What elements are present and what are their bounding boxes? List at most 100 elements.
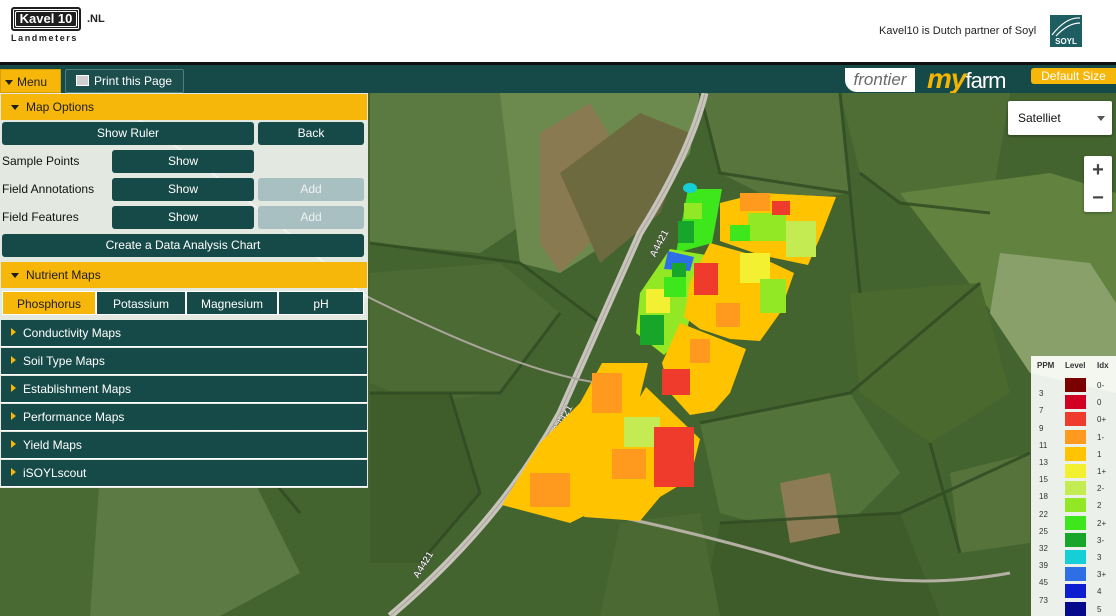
legend-ppm: 32 [1039,544,1048,553]
legend-swatch [1065,464,1086,478]
legend-swatch [1065,584,1086,599]
legend-swatch [1065,378,1086,392]
field-features-add-button[interactable]: Add [258,206,364,229]
create-data-analysis-chart-button[interactable]: Create a Data Analysis Chart [2,234,364,257]
expand-triangle-icon [11,356,16,364]
legend-ppm: 3 [1039,389,1044,399]
legend-swatch [1065,515,1086,530]
tab-magnesium[interactable]: Magnesium [186,291,278,315]
legend-index: 0 [1097,398,1102,408]
legend-index: 1 [1097,449,1102,459]
legend-swatch [1065,429,1086,444]
menu-button[interactable]: Menu [0,69,61,93]
menu-label: Menu [17,75,48,89]
establishment-maps-header[interactable]: Establishment Maps [1,376,367,403]
logo-subtitle: Landmeters [11,33,79,43]
legend-index: 3+ [1097,570,1107,580]
expand-triangle-icon [11,384,16,392]
map-type-value: Satelliet [1018,111,1061,125]
legend-swatch [1065,498,1086,513]
print-label: Print this Page [94,74,173,88]
legend-index: 2- [1097,484,1105,494]
yield-maps-header[interactable]: Yield Maps [1,432,367,459]
zoom-in-button[interactable]: + [1084,156,1112,184]
conductivity-maps-header[interactable]: Conductivity Maps [1,320,367,347]
legend-ppm: 73 [1039,595,1048,605]
soyl-logo[interactable]: SOYL [1050,15,1082,47]
map-type-select[interactable]: Satelliet [1008,101,1112,135]
sample-points-label: Sample Points [2,154,80,168]
expand-triangle-icon [11,412,16,420]
zoom-control: + − [1084,156,1112,212]
legend-swatch [1065,532,1086,547]
legend-header-level: Level [1065,361,1086,370]
collapse-triangle-icon [11,105,19,110]
legend-swatch [1065,395,1086,410]
kavel10-logo[interactable]: Kavel 10 [11,7,81,31]
show-ruler-button[interactable]: Show Ruler [2,122,254,145]
legend-index: 1- [1097,432,1105,442]
expand-triangle-icon [11,328,16,336]
expand-triangle-icon [11,440,16,448]
isoylscout-header[interactable]: iSOYLscout [1,460,367,487]
collapse-triangle-icon [11,273,19,278]
frontier-logo: frontier [845,68,915,92]
legend-ppm: 22 [1039,509,1048,519]
back-button[interactable]: Back [258,122,364,145]
field-annotations-show-button[interactable]: Show [112,178,254,201]
legend-index: 3- [1097,535,1105,545]
legend-header-ppm: PPM [1037,361,1055,370]
tab-phosphorus[interactable]: Phosphorus [2,291,96,315]
legend-swatch [1065,601,1086,616]
tab-ph[interactable]: pH [278,291,364,315]
legend-ppm: 11 [1039,440,1048,450]
field-features-label: Field Features [2,210,79,224]
soil-type-maps-header[interactable]: Soil Type Maps [1,348,367,375]
performance-maps-header[interactable]: Performance Maps [1,404,367,431]
legend-index: 2+ [1097,518,1107,528]
legend-ppm: 7 [1039,406,1044,416]
tab-potassium[interactable]: Potassium [96,291,186,315]
menu-caret-icon [5,80,13,85]
myfarm-logo: myfarm [927,63,1006,94]
chevron-down-icon [1097,116,1105,121]
default-size-button[interactable]: Default Size [1031,68,1116,84]
legend-swatch [1065,481,1086,496]
legend-swatch [1065,412,1086,427]
field-annotations-label: Field Annotations [2,182,95,196]
soyl-mark-icon [1051,17,1081,37]
legend-index: 2 [1097,501,1102,511]
legend-swatch [1065,446,1086,461]
expand-triangle-icon [11,468,16,476]
map-options-header[interactable]: Map Options [1,94,367,120]
map-control-panel: Map Options Show Ruler Back Sample Point… [0,93,368,488]
legend-ppm: 13 [1039,458,1048,467]
legend-ppm: 39 [1039,561,1048,571]
legend-header-idx: Idx [1097,361,1109,370]
legend-ppm: 45 [1039,578,1048,588]
sample-points-show-button[interactable]: Show [112,150,254,173]
legend-index: 0- [1097,381,1105,390]
logo-suffix: .NL [87,13,105,25]
printer-icon [76,75,89,86]
legend-index: 4 [1097,587,1102,597]
page-header: Kavel 10 .NL Landmeters Kavel10 is Dutch… [0,0,1116,62]
zoom-out-button[interactable]: − [1084,184,1112,212]
field-features-show-button[interactable]: Show [112,206,254,229]
legend-ppm: 18 [1039,492,1048,502]
phosphorus-legend: PPM Level Idx 0- 0 3 0+ 7 1- 9 1 11 1+ 13 2- 15 2 18 2+… [1031,356,1116,616]
field-annotations-add-button[interactable]: Add [258,178,364,201]
legend-index: 5 [1097,604,1102,614]
legend-swatch [1065,567,1086,582]
legend-ppm: 25 [1039,526,1048,536]
partner-text: Kavel10 is Dutch partner of Soyl [879,25,1037,37]
legend-index: 3 [1097,553,1102,562]
nutrient-maps-header[interactable]: Nutrient Maps [1,262,367,288]
print-page-button[interactable]: Print this Page [65,69,184,93]
legend-index: 0+ [1097,415,1107,425]
legend-swatch [1065,550,1086,564]
top-toolbar: Menu Print this Page frontier myfarm Def… [0,62,1116,93]
legend-ppm: 9 [1039,423,1044,433]
soyl-logo-text: SOYL [1055,37,1077,46]
legend-index: 1+ [1097,467,1107,476]
